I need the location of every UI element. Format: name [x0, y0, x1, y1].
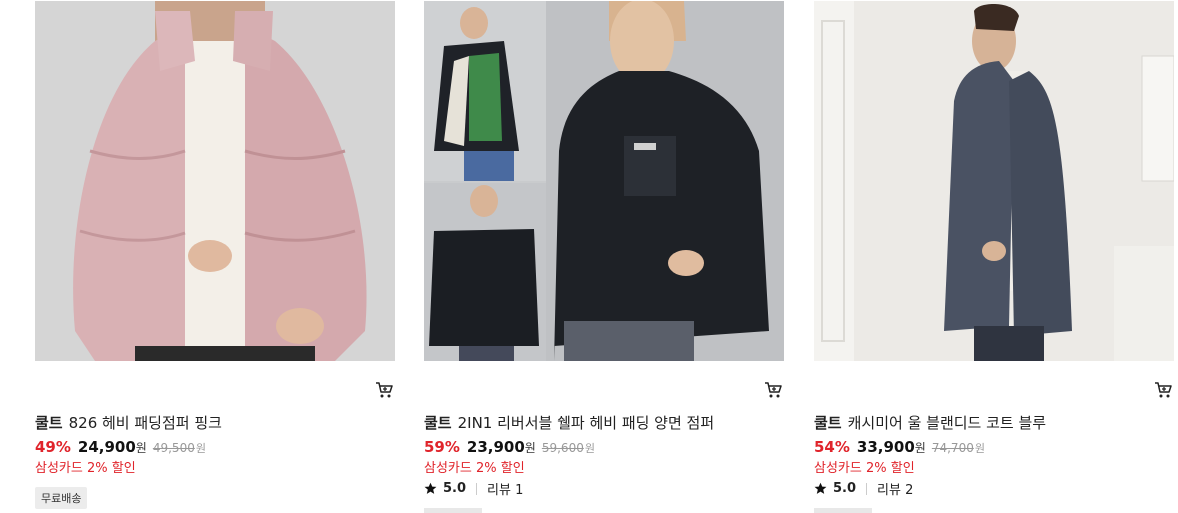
cart-icon[interactable] — [764, 381, 782, 399]
rating-row: 5.0 리뷰 2 — [814, 479, 913, 498]
rating-row: 5.0 리뷰 1 — [424, 479, 523, 498]
brand-name[interactable]: 쿨트 — [35, 414, 63, 432]
price-row: 54% 33,900원 74,700원 — [814, 438, 985, 456]
discount-rate: 54% — [814, 438, 850, 456]
review-count[interactable]: 리뷰 1 — [487, 479, 523, 498]
product-name[interactable]: 2IN1 리버서블 쉘파 헤비 패딩 양면 점퍼 — [458, 414, 715, 432]
card-promo: 삼성카드 2% 할인 — [814, 461, 915, 476]
sale-price: 24,900 — [77, 438, 136, 456]
currency: 원 — [914, 441, 926, 455]
rating-score: 5.0 — [833, 481, 857, 496]
product-card[interactable]: 쿨트 2IN1 리버서블 쉘파 헤비 패딩 양면 점퍼 59% 23,900원 59,… — [424, 0, 784, 513]
product-name[interactable]: 826 헤비 패딩점퍼 핑크 — [69, 414, 222, 432]
divider — [866, 482, 868, 495]
price-row: 59% 23,900원 59,600원 — [424, 438, 595, 456]
product-image[interactable] — [424, 1, 784, 361]
rating-score: 5.0 — [443, 481, 467, 496]
product-name[interactable]: 캐시미어 울 블랜디드 코트 블루 — [848, 414, 1046, 432]
currency: 원 — [135, 441, 147, 455]
badge-peek — [424, 508, 482, 513]
original-currency: 원 — [584, 442, 595, 455]
card-promo: 삼성카드 2% 할인 — [424, 461, 525, 476]
brand-name[interactable]: 쿨트 — [814, 414, 842, 432]
star-icon — [814, 482, 827, 494]
product-card[interactable]: 쿨트 826 헤비 패딩점퍼 핑크 49% 24,900원 49,500원 삼성카드 … — [35, 0, 395, 513]
original-price: 49,500 — [152, 441, 195, 455]
product-card[interactable]: 쿨트 캐시미어 울 블랜디드 코트 블루 54% 33,900원 74,700원 삼성… — [814, 0, 1174, 513]
free-shipping-badge: 무료배송 — [35, 487, 88, 509]
brand-name[interactable]: 쿨트 — [424, 414, 452, 432]
badge-peek — [814, 508, 872, 513]
price-row: 49% 24,900원 49,500원 — [35, 438, 206, 456]
divider — [476, 482, 478, 495]
original-price: 74,700 — [931, 441, 974, 455]
product-image[interactable] — [35, 1, 395, 361]
original-currency: 원 — [195, 442, 206, 455]
currency: 원 — [524, 441, 536, 455]
original-currency: 원 — [974, 442, 985, 455]
discount-rate: 49% — [35, 438, 71, 456]
cart-icon[interactable] — [1154, 381, 1172, 399]
product-title[interactable]: 쿨트 캐시미어 울 블랜디드 코트 블루 — [814, 412, 1046, 433]
product-image[interactable] — [814, 1, 1174, 361]
discount-rate: 59% — [424, 438, 460, 456]
card-promo: 삼성카드 2% 할인 — [35, 461, 136, 476]
cart-icon[interactable] — [375, 381, 393, 399]
review-count[interactable]: 리뷰 2 — [877, 479, 913, 498]
sale-price: 33,900 — [856, 438, 915, 456]
sale-price: 23,900 — [466, 438, 525, 456]
star-icon — [424, 482, 437, 494]
product-title[interactable]: 쿨트 2IN1 리버서블 쉘파 헤비 패딩 양면 점퍼 — [424, 412, 714, 433]
original-price: 59,600 — [541, 441, 584, 455]
product-title[interactable]: 쿨트 826 헤비 패딩점퍼 핑크 — [35, 412, 222, 433]
